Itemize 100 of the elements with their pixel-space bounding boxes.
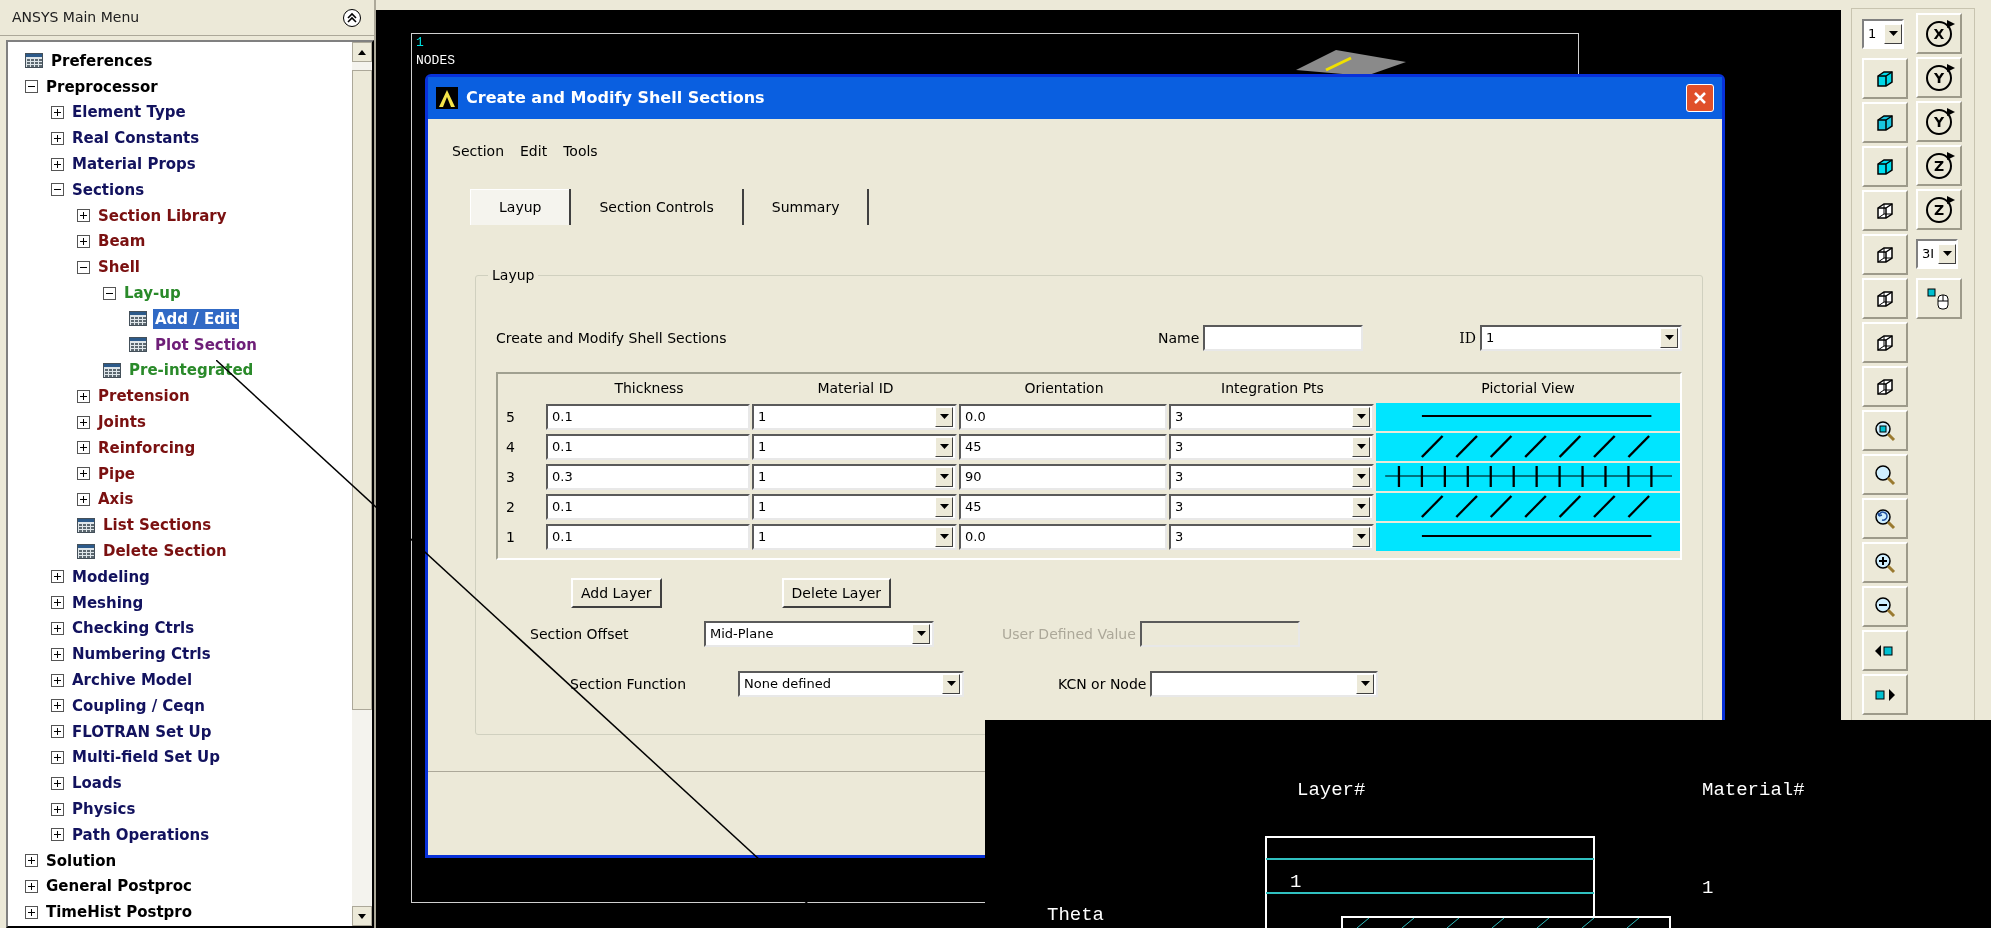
expand-icon[interactable]	[77, 389, 90, 403]
toolbar-button[interactable]	[1862, 278, 1908, 319]
toolbar-button[interactable]: X	[1916, 13, 1962, 54]
menu-tree-item[interactable]: Loads	[70, 773, 124, 794]
expand-icon[interactable]	[51, 157, 64, 171]
expand-icon[interactable]	[25, 879, 38, 893]
menu-tree-item[interactable]: Element Type	[70, 102, 188, 123]
expand-icon[interactable]	[77, 415, 90, 429]
material-dropdown[interactable]: 1	[752, 524, 957, 550]
menu-item[interactable]: Section	[452, 140, 504, 162]
expand-icon[interactable]	[77, 209, 90, 223]
material-dropdown[interactable]: 1	[752, 404, 957, 430]
tab[interactable]: Section Controls	[569, 189, 744, 225]
menu-tree-item[interactable]: FLOTRAN Set Up	[70, 721, 214, 742]
collapse-icon[interactable]	[103, 286, 116, 300]
tab[interactable]: Layup	[470, 189, 570, 225]
menu-tree-item[interactable]: Meshing	[70, 592, 146, 613]
layer-button[interactable]: Add Layer	[571, 578, 662, 608]
toolbar-button[interactable]	[1862, 146, 1908, 187]
thickness-field[interactable]: 0.1	[546, 434, 750, 460]
menu-tree-item[interactable]: Modeling	[70, 566, 152, 587]
toolbar-button[interactable]	[1862, 58, 1908, 99]
scrollbar[interactable]	[352, 42, 372, 926]
expand-icon[interactable]	[51, 596, 64, 610]
collapse-icon[interactable]	[51, 183, 64, 197]
toolbar-button[interactable]	[1862, 366, 1908, 407]
expand-icon[interactable]	[51, 776, 64, 790]
menu-tree-item[interactable]: Shell	[96, 257, 142, 278]
menu-tree-item[interactable]: Material Props	[70, 154, 198, 175]
menu-tree-item[interactable]: Multi-field Set Up	[70, 747, 222, 768]
thickness-field[interactable]: 0.3	[546, 464, 750, 490]
toolbar-button[interactable]	[1862, 322, 1908, 363]
material-dropdown[interactable]: 1	[752, 464, 957, 490]
menu-tree-item[interactable]: Real Constants	[70, 128, 202, 149]
menu-tree-item[interactable]: Plot Section	[153, 334, 259, 355]
menu-tree-item[interactable]: General Postproc	[44, 876, 194, 897]
view-dropdown[interactable]: 3I	[1916, 239, 1958, 269]
expand-icon[interactable]	[51, 106, 64, 119]
orientation-field[interactable]: 45	[959, 494, 1167, 520]
thickness-field[interactable]: 0.1	[546, 524, 750, 550]
menu-tree-item[interactable]: Reinforcing	[96, 437, 198, 458]
menu-tree-item[interactable]: Joints	[96, 412, 148, 433]
toolbar-button[interactable]	[1916, 278, 1962, 319]
integration-dropdown[interactable]: 3	[1169, 494, 1374, 520]
tab[interactable]: Summary	[743, 189, 870, 225]
menu-tree-item[interactable]: Section Library	[96, 205, 229, 226]
menu-item[interactable]: Tools	[563, 140, 598, 162]
user-defined-value-field[interactable]	[1139, 621, 1300, 647]
integration-dropdown[interactable]: 3	[1169, 404, 1374, 430]
toolbar-button[interactable]	[1862, 102, 1908, 143]
collapse-icon[interactable]	[77, 260, 90, 274]
menu-tree-item[interactable]: Archive Model	[70, 670, 195, 690]
layer-button[interactable]: Delete Layer	[781, 578, 892, 608]
expand-icon[interactable]	[77, 492, 90, 506]
kcn-dropdown[interactable]	[1150, 671, 1379, 697]
thickness-field[interactable]: 0.1	[546, 404, 750, 430]
toolbar-button[interactable]	[1862, 586, 1908, 627]
menu-tree-item[interactable]: Sections	[70, 179, 147, 200]
menu-item[interactable]: Edit	[520, 140, 548, 162]
orientation-field[interactable]: 45	[959, 434, 1167, 460]
menu-tree-item[interactable]: Coupling / Ceqn	[70, 695, 207, 716]
thickness-field[interactable]: 0.1	[546, 494, 750, 520]
expand-icon[interactable]	[77, 467, 90, 481]
expand-icon[interactable]	[51, 750, 64, 764]
toolbar-button[interactable]	[1862, 498, 1908, 539]
orientation-field[interactable]: 0.0	[959, 524, 1167, 550]
menu-tree-item[interactable]: Numbering Ctrls	[70, 644, 213, 665]
expand-icon[interactable]	[51, 828, 64, 842]
integration-dropdown[interactable]: 3	[1169, 434, 1374, 460]
section-offset-dropdown[interactable]: Mid-Plane	[704, 621, 934, 647]
menu-tree-item[interactable]: TimeHist Postpro	[44, 902, 195, 923]
toolbar-button[interactable]	[1862, 234, 1908, 275]
toolbar-button[interactable]: Z	[1916, 189, 1962, 230]
expand-icon[interactable]	[77, 234, 90, 248]
toolbar-button[interactable]	[1862, 674, 1908, 715]
menu-tree-item[interactable]: Beam	[96, 231, 148, 252]
menu-tree-item[interactable]: Preferences	[49, 50, 155, 71]
expand-icon[interactable]	[25, 905, 38, 919]
integration-dropdown[interactable]: 3	[1169, 464, 1374, 490]
name-field[interactable]	[1203, 325, 1364, 351]
section-function-dropdown[interactable]: None defined	[738, 671, 964, 697]
expand-icon[interactable]	[51, 725, 64, 739]
menu-tree-item[interactable]: Checking Ctrls	[70, 618, 197, 639]
expand-icon[interactable]	[77, 441, 90, 455]
toolbar-button[interactable]: Z	[1916, 145, 1962, 186]
toolbar-button[interactable]	[1862, 542, 1908, 583]
menu-tree-item[interactable]: Solution	[44, 850, 119, 871]
menu-tree-item[interactable]: Pipe	[96, 463, 138, 484]
scroll-up-icon[interactable]	[358, 49, 366, 55]
toolbar-button[interactable]: Y	[1916, 57, 1962, 98]
toolbar-button[interactable]: Y	[1916, 101, 1962, 142]
integration-dropdown[interactable]: 3	[1169, 524, 1374, 550]
expand-icon[interactable]	[25, 854, 38, 868]
orientation-field[interactable]: 0.0	[959, 404, 1167, 430]
material-dropdown[interactable]: 1	[752, 434, 957, 460]
material-dropdown[interactable]: 1	[752, 494, 957, 520]
menu-tree-item[interactable]: Delete Section	[101, 541, 229, 562]
toolbar-button[interactable]	[1862, 630, 1908, 671]
expand-icon[interactable]	[51, 131, 64, 145]
collapse-icon[interactable]	[25, 80, 38, 94]
